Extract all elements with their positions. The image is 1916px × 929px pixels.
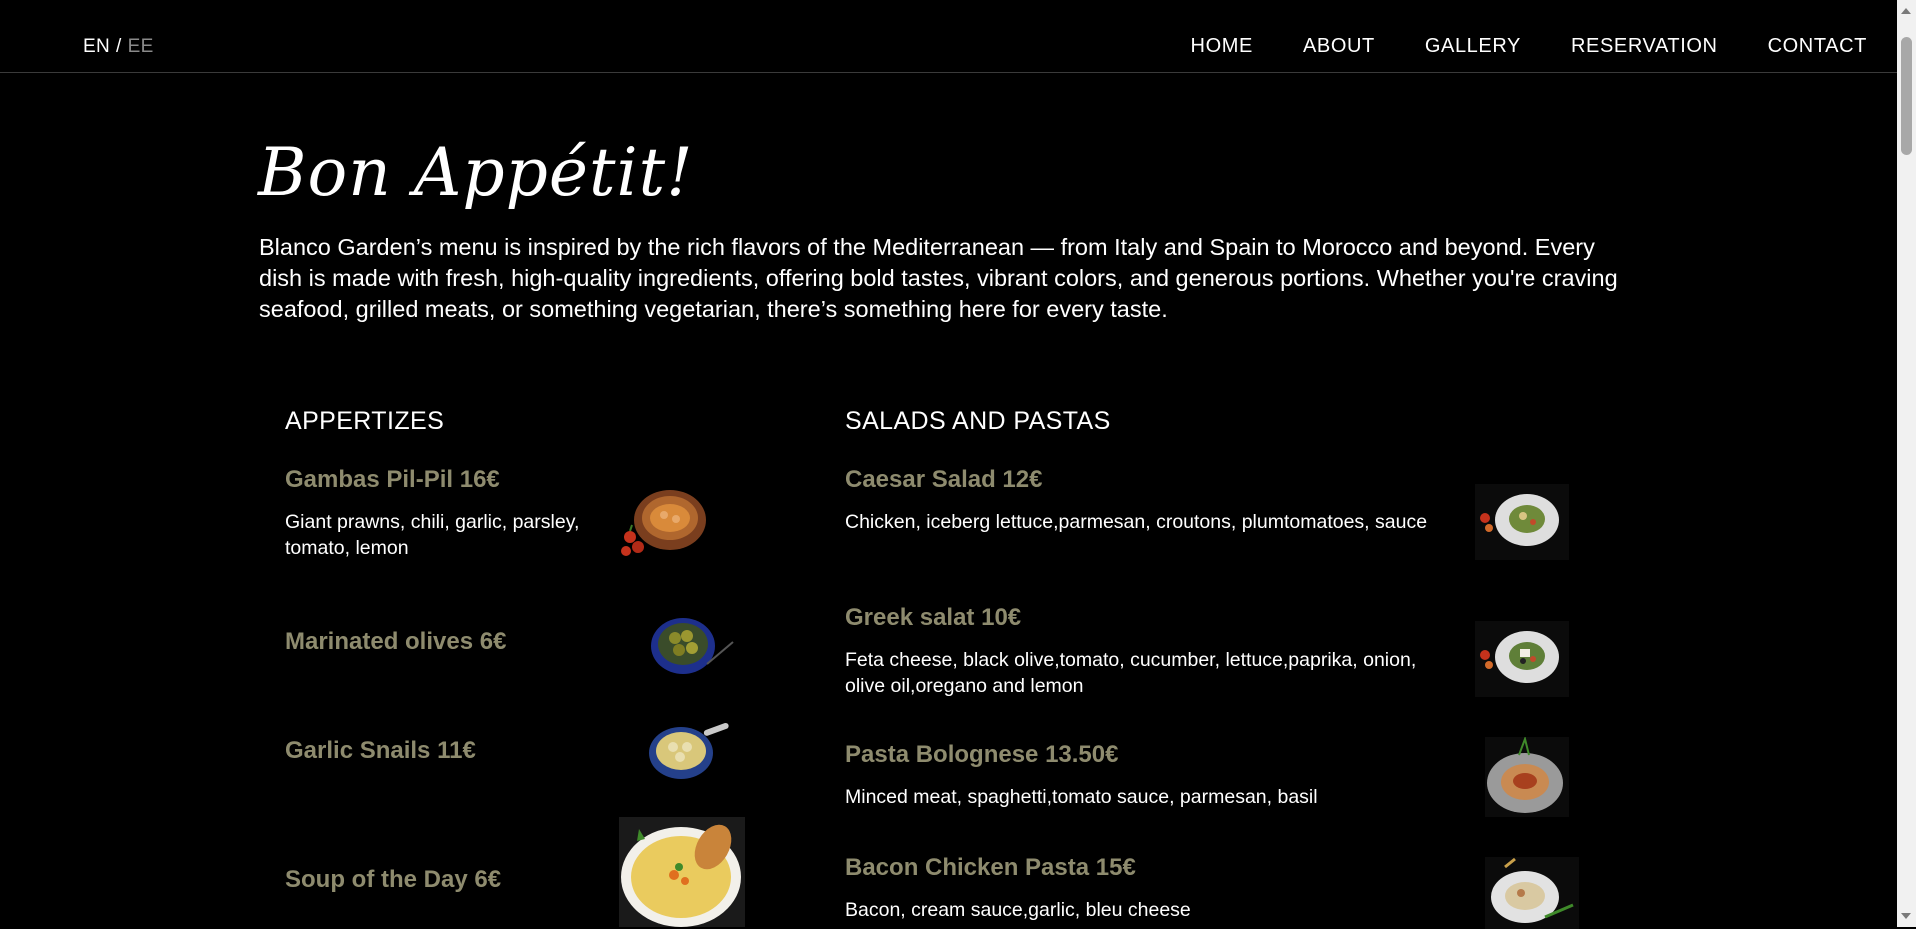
appetizers-heading: APPERTIZES bbox=[285, 407, 445, 435]
dish-description: Giant prawns, chili, garlic, parsley, to… bbox=[285, 511, 580, 559]
top-navigation-bar: EN / EE HOME ABOUT GALLERY RESERVATION CON… bbox=[0, 0, 1897, 73]
scroll-thumb[interactable] bbox=[1901, 37, 1912, 155]
menu-item-greek-salad: Greek salat 10€ Feta cheese, black olive… bbox=[845, 604, 1435, 699]
nav-reservation-link[interactable]: RESERVATION bbox=[1571, 35, 1718, 58]
dish-name: Soup of the Day 6€ bbox=[285, 866, 502, 893]
language-separator: / bbox=[116, 36, 122, 57]
bolognese-image bbox=[1485, 737, 1569, 817]
menu-item-snails: Garlic Snails 11€ bbox=[285, 737, 585, 765]
dish-name: Garlic Snails 11€ bbox=[285, 737, 476, 764]
scroll-up-arrow-icon[interactable] bbox=[1901, 8, 1911, 14]
language-ee-link[interactable]: EE bbox=[128, 36, 154, 57]
salads-pastas-heading: SALADS AND PASTAS bbox=[845, 407, 1111, 435]
dish-name: Pasta Bolognese 13.50€ bbox=[845, 741, 1119, 768]
dish-name: Gambas Pil-Pil 16€ bbox=[285, 466, 500, 493]
bacon-pasta-image bbox=[1485, 857, 1579, 929]
dish-name: Marinated olives 6€ bbox=[285, 628, 507, 655]
dish-description: Bacon, cream sauce,garlic, bleu cheese bbox=[845, 899, 1191, 921]
caesar-salad-image bbox=[1475, 484, 1569, 560]
salads-pastas-section: SALADS AND PASTAS Caesar Salad 12€ Chick… bbox=[845, 407, 1579, 929]
page-title: Bon Appétit! bbox=[258, 134, 694, 211]
nav-gallery-link[interactable]: GALLERY bbox=[1425, 35, 1521, 58]
gambas-dish-image bbox=[620, 485, 710, 563]
menu-item-bacon-chicken-pasta: Bacon Chicken Pasta 15€ Bacon, cream sau… bbox=[845, 854, 1435, 924]
language-switcher: EN / EE bbox=[83, 36, 154, 58]
olives-dish-image bbox=[647, 612, 737, 680]
menu-item-soup: Soup of the Day 6€ bbox=[285, 866, 585, 894]
appetizers-section: APPERTIZES Gambas Pil-Pil 16€ Giant praw… bbox=[285, 407, 745, 927]
nav-home-link[interactable]: HOME bbox=[1191, 35, 1253, 58]
language-en-link[interactable]: EN bbox=[83, 36, 110, 57]
menu-item-pasta-bolognese: Pasta Bolognese 13.50€ Minced meat, spag… bbox=[845, 741, 1435, 811]
menu-item-caesar-salad: Caesar Salad 12€ Chicken, iceberg lettuc… bbox=[845, 466, 1435, 536]
main-nav: HOME ABOUT GALLERY RESERVATION CONTACT bbox=[1191, 35, 1867, 58]
menu-intro-text: Blanco Garden’s menu is inspired by the … bbox=[259, 234, 1618, 322]
nav-contact-link[interactable]: CONTACT bbox=[1768, 35, 1867, 58]
nav-about-link[interactable]: ABOUT bbox=[1303, 35, 1375, 58]
page-scrollbar[interactable] bbox=[1897, 0, 1916, 927]
dish-description: Feta cheese, black olive,tomato, cucumbe… bbox=[845, 649, 1417, 697]
menu-item-olives: Marinated olives 6€ bbox=[285, 628, 585, 656]
greek-salad-image bbox=[1475, 621, 1569, 697]
dish-name: Bacon Chicken Pasta 15€ bbox=[845, 854, 1136, 881]
dish-name: Greek salat 10€ bbox=[845, 604, 1022, 631]
scroll-down-arrow-icon[interactable] bbox=[1901, 913, 1911, 919]
dish-description: Chicken, iceberg lettuce,parmesan, crout… bbox=[845, 511, 1428, 533]
dish-description: Minced meat, spaghetti,tomato sauce, par… bbox=[845, 786, 1318, 808]
soup-dish-image bbox=[619, 817, 745, 927]
dish-name: Caesar Salad 12€ bbox=[845, 466, 1043, 493]
snails-dish-image bbox=[645, 717, 735, 783]
menu-item-gambas: Gambas Pil-Pil 16€ Giant prawns, chili, … bbox=[285, 466, 585, 561]
